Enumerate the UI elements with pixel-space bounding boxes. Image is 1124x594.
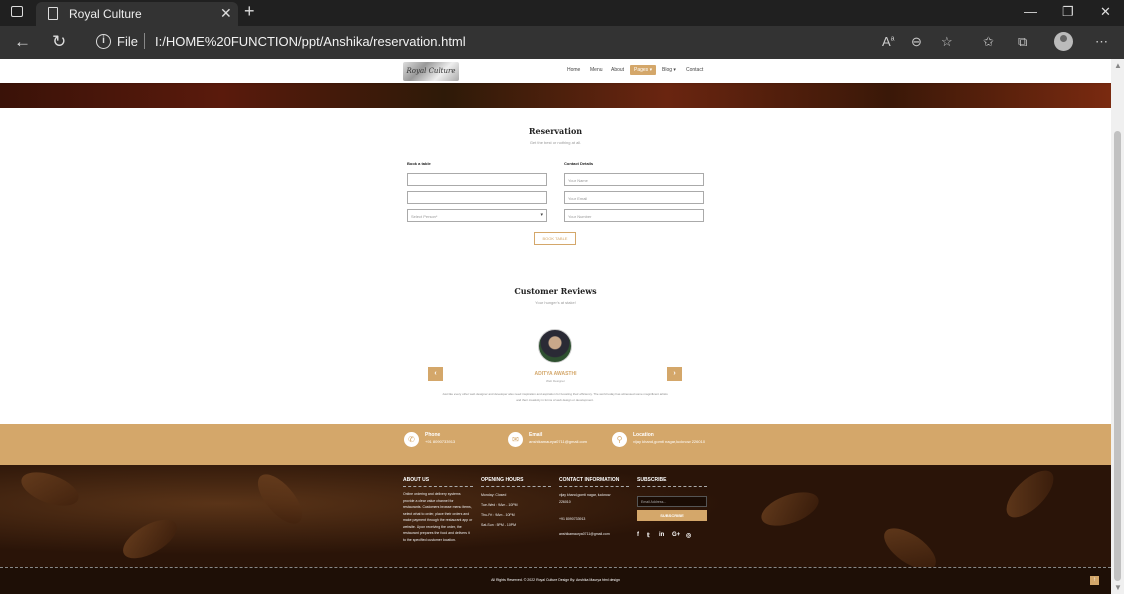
subscribe-title: SUBSCRIBE <box>637 477 667 483</box>
address-separator <box>144 33 145 49</box>
facebook-icon[interactable]: f <box>637 532 639 538</box>
contact-divider <box>559 486 629 487</box>
profile-icon[interactable] <box>1054 32 1073 51</box>
number-input[interactable]: Your Number <box>564 209 704 222</box>
close-window-icon[interactable]: ✕ <box>1100 4 1111 20</box>
page-viewport: Royal Culture Home Menu About Pages ▾ Bl… <box>0 59 1111 594</box>
hero-banner <box>0 83 1111 108</box>
hours-line: Sat-Sun : 5PM - 10PM <box>481 523 517 527</box>
linkedin-icon[interactable]: in <box>659 532 664 538</box>
nav-menu[interactable]: Menu <box>590 67 603 73</box>
background-almond <box>117 511 183 567</box>
reviewer-name: ADITYA AWASTHI <box>534 371 577 377</box>
scroll-down-icon[interactable]: ▼ <box>1114 583 1122 592</box>
copyright-divider <box>0 567 1111 568</box>
about-title: ABOUT US <box>403 477 430 483</box>
site-logo[interactable]: Royal Culture <box>403 62 459 81</box>
contact-email: anshikamaurya0711@gmail.com <box>559 532 610 536</box>
browser-tab-bar: Royal Culture ✕ + — ❐ ✕ <box>0 0 1124 26</box>
phone-icon: ✆ <box>404 432 419 447</box>
tab-actions-icon[interactable] <box>11 6 23 17</box>
plus-icon[interactable]: + <box>244 1 255 22</box>
location-title: Location <box>633 432 654 438</box>
contact-phone: +91 8090733913 <box>559 517 586 521</box>
time-input[interactable] <box>407 191 547 204</box>
add-favorite-icon[interactable]: ☆ <box>941 34 953 50</box>
person-select[interactable]: Select Person* ▾ <box>407 209 547 222</box>
location-value: vijay khand,gomti nagar,lucknow 226010 <box>633 439 706 444</box>
hours-divider <box>481 486 551 487</box>
refresh-icon[interactable]: ↻ <box>52 32 66 52</box>
about-text: Online ordering and delivery systems pro… <box>403 492 473 542</box>
location-icon: ⚲ <box>612 432 627 447</box>
close-icon[interactable]: ✕ <box>220 5 232 22</box>
restore-icon[interactable]: ❐ <box>1062 4 1074 20</box>
site-navbar: Royal Culture Home Menu About Pages ▾ Bl… <box>0 59 1111 83</box>
info-icon[interactable]: i <box>96 34 111 49</box>
hours-title: OPENING HOURS <box>481 477 524 483</box>
google-plus-icon[interactable]: G+ <box>672 532 680 538</box>
read-aloud-icon[interactable]: Aa <box>882 34 895 49</box>
contact-band: ✆ Phone +91 8090733913 ✉ Email anshikama… <box>0 424 1111 465</box>
contact-details-label: Contact Details <box>564 161 594 166</box>
reviewer-avatar <box>538 329 572 363</box>
nav-contact[interactable]: Contact <box>686 67 703 73</box>
collections-icon[interactable]: ⧉ <box>1018 34 1027 50</box>
date-input[interactable] <box>407 173 547 186</box>
email-title: Email <box>529 432 543 438</box>
reviews-subtitle: Your hunger's at stake! <box>535 300 576 305</box>
nav-about[interactable]: About <box>611 67 624 73</box>
nav-pages[interactable]: Pages ▾ <box>630 65 657 75</box>
page-scrollbar[interactable]: ▲ ▼ <box>1111 59 1124 594</box>
book-table-button[interactable]: BOOK TABLE <box>534 232 576 245</box>
background-almond <box>998 465 1062 526</box>
review-text: Just like every other web designer and d… <box>442 392 668 402</box>
scrollbar-thumb[interactable] <box>1114 131 1121 581</box>
page-icon <box>48 7 58 20</box>
email-icon: ✉ <box>508 432 523 447</box>
more-icon[interactable]: ⋯ <box>1095 34 1108 50</box>
hours-line: Monday: Closed <box>481 493 507 497</box>
file-label: File <box>117 34 138 49</box>
reservation-title: Reservation <box>528 126 583 136</box>
browser-tab[interactable]: Royal Culture ✕ <box>36 2 238 26</box>
reviews-title: Customer Reviews <box>514 286 597 296</box>
background-almond <box>17 465 83 513</box>
back-icon[interactable]: ← <box>14 32 31 52</box>
minimize-icon[interactable]: — <box>1024 4 1037 19</box>
background-almond <box>249 467 311 531</box>
instagram-icon[interactable]: ◎ <box>686 532 691 539</box>
contact-title: CONTACT INFORMATION <box>559 477 620 483</box>
book-table-label: Book a table <box>407 161 431 166</box>
subscribe-button[interactable]: SUBSCRIBE <box>637 510 707 521</box>
dropdown-arrow-icon: ▾ <box>540 212 543 218</box>
hours-line: Tue-Wed : 9Am - 10PM <box>481 503 518 507</box>
nav-home[interactable]: Home <box>567 67 580 73</box>
copyright-text: All Rights Reserved. © 2022 Royal Cultur… <box>491 578 620 582</box>
name-input[interactable]: Your Name <box>564 173 704 186</box>
address-bar: ← ↻ i File I:/HOME%20FUNCTION/ppt/Anshik… <box>0 26 1124 59</box>
zoom-out-icon[interactable]: ⊖ <box>911 34 922 50</box>
nav-blog[interactable]: Blog ▾ <box>662 67 676 73</box>
copyright-bar: All Rights Reserved. © 2022 Royal Cultur… <box>0 567 1111 594</box>
twitter-icon[interactable]: 𝕥 <box>647 532 650 539</box>
reviewer-role: Web Designer <box>546 379 565 383</box>
scroll-up-icon[interactable]: ▲ <box>1114 61 1122 70</box>
email-input[interactable]: Your Email <box>564 191 704 204</box>
phone-value: +91 8090733913 <box>425 439 456 444</box>
person-select-value: Select Person* <box>411 214 438 219</box>
email-value: anshikamaurya0711@gmail.com <box>529 439 588 444</box>
about-divider <box>403 486 473 487</box>
phone-title: Phone <box>425 432 441 438</box>
contact-address: vijay khand,gomti nagar, lucknow 226010 <box>559 493 611 504</box>
back-to-top-button[interactable]: ↑ <box>1090 576 1099 585</box>
subscribe-divider <box>637 486 707 487</box>
background-almond <box>757 485 823 533</box>
url-field[interactable]: I:/HOME%20FUNCTION/ppt/Anshika/reservati… <box>155 34 466 49</box>
subscribe-email-input[interactable]: Email Address... <box>637 496 707 507</box>
favorites-icon[interactable]: ✩ <box>983 34 994 50</box>
reservation-subtitle: Get the best or nothing at all. <box>529 140 582 145</box>
hours-line: Thu-Fri : 9Am - 10PM <box>481 513 515 517</box>
tab-title: Royal Culture <box>69 7 142 21</box>
